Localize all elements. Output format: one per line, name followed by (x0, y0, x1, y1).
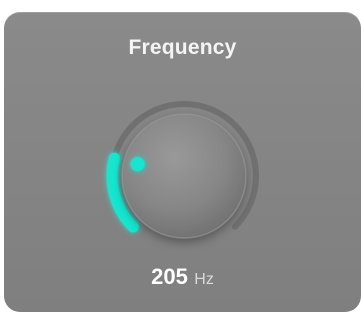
knob-graphic (106, 101, 259, 239)
frequency-knob[interactable] (96, 88, 276, 268)
control-title: Frequency (128, 36, 237, 59)
frequency-value: 205 (151, 264, 188, 289)
frequency-control-panel: Frequency 205 Hz (4, 12, 361, 312)
frequency-unit: Hz (194, 271, 214, 288)
knob-indicator-dot (130, 157, 145, 172)
value-readout: 205 Hz (4, 264, 361, 290)
